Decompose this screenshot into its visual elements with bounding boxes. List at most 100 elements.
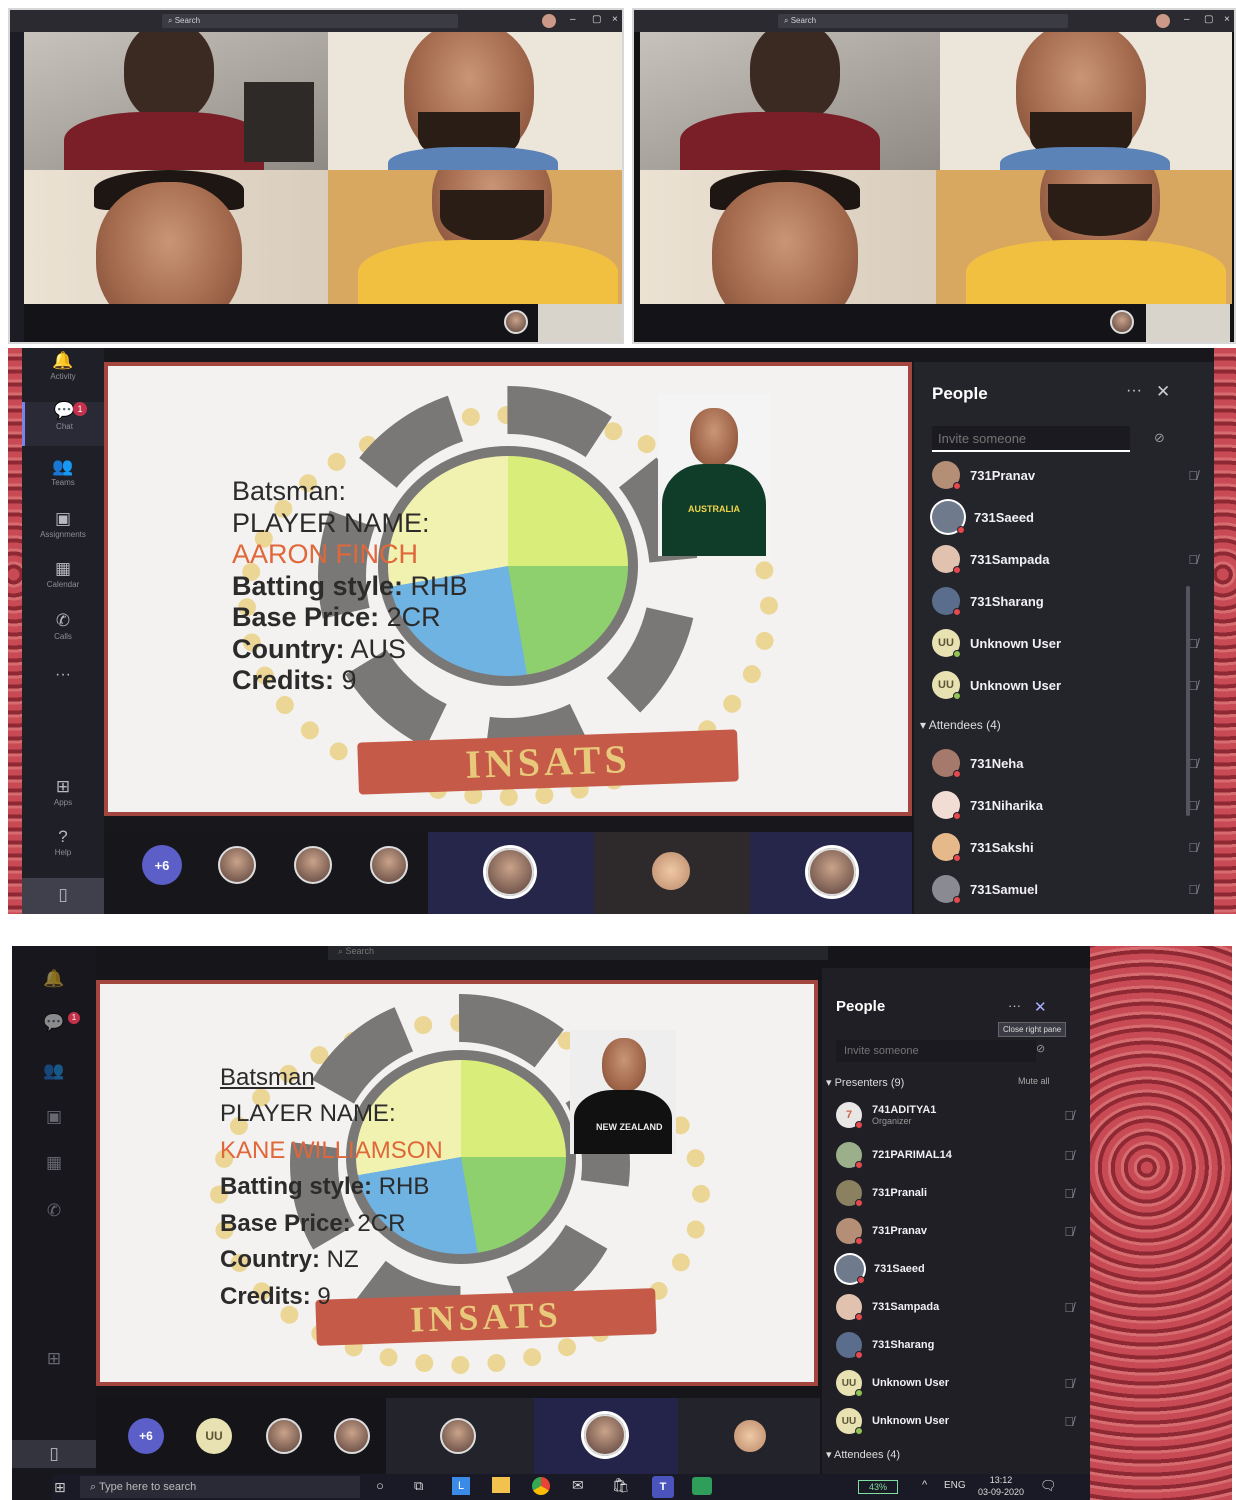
participant-thumbnail[interactable]: [808, 848, 856, 896]
file-explorer-icon[interactable]: [492, 1477, 510, 1493]
avatar: [836, 1142, 863, 1169]
battery-indicator[interactable]: 43%: [858, 1480, 898, 1494]
taskbar-search[interactable]: ⌕ Type here to search: [80, 1476, 360, 1498]
close-button[interactable]: ×: [612, 14, 618, 25]
presenter-row[interactable]: UU Unknown User 🎙̸: [822, 1366, 1090, 1400]
task-view-icon[interactable]: ⧉: [414, 1478, 423, 1494]
participant-thumbnail[interactable]: [218, 846, 256, 884]
rail-chat[interactable]: 💬 1: [12, 1012, 96, 1032]
profile-avatar[interactable]: [542, 14, 556, 28]
rail-assignments[interactable]: ▣: [12, 1108, 96, 1126]
participant-thumbnail[interactable]: [650, 850, 692, 892]
presenter-row[interactable]: 731Sharang: [914, 584, 1214, 618]
chevron-up-icon[interactable]: ^: [922, 1479, 927, 1491]
mute-all-button[interactable]: Mute all: [1018, 1076, 1050, 1086]
share-link-icon[interactable]: ⊘: [1154, 430, 1165, 446]
participant-thumbnail[interactable]: [486, 848, 534, 896]
rail-calls[interactable]: ✆ Calls: [22, 611, 104, 642]
profile-avatar[interactable]: [1156, 14, 1170, 28]
presenter-row[interactable]: 731Saeed: [822, 1252, 1090, 1286]
notifications-icon[interactable]: 🗨: [1040, 1478, 1057, 1494]
teams-app-icon[interactable]: T: [652, 1476, 674, 1498]
close-icon[interactable]: ✕: [1034, 998, 1047, 1016]
app-l-icon[interactable]: L: [452, 1477, 470, 1495]
rail-more[interactable]: ···: [22, 666, 104, 684]
invite-input[interactable]: [836, 1040, 1036, 1062]
rail-calendar[interactable]: ▦: [12, 1154, 96, 1172]
rail-teams[interactable]: 👥: [12, 1062, 96, 1080]
minimize-button[interactable]: –: [570, 14, 576, 25]
rail-help[interactable]: ? Help: [22, 828, 104, 858]
rail-teams[interactable]: 👥 Teams: [22, 458, 104, 488]
presenter-row[interactable]: 731Sharang: [822, 1328, 1090, 1362]
device-icon[interactable]: ▯: [12, 1440, 96, 1468]
teams-meeting-window-williamson: ⌕ Search 🔔 💬 1 👥 ▣ ▦ ✆ ⊞ ▯ INSATS Batsman…: [12, 946, 1232, 1500]
cortana-icon[interactable]: ○: [376, 1478, 384, 1493]
chrome-icon[interactable]: [532, 1477, 550, 1495]
attendee-row[interactable]: 731Neha 🎙̸: [914, 746, 1214, 780]
search-box[interactable]: ⌕ Search: [162, 14, 458, 28]
presenter-row[interactable]: UU Unknown User 🎙̸: [822, 1404, 1090, 1438]
mail-icon[interactable]: ✉: [572, 1477, 584, 1494]
presenter-row[interactable]: 7 741ADITYA1 Organizer 🎙̸: [822, 1098, 1090, 1132]
avatar: [932, 791, 961, 820]
app-green-icon[interactable]: [692, 1477, 712, 1495]
participant-thumbnail[interactable]: [266, 1418, 302, 1454]
more-options-icon[interactable]: ···: [1126, 382, 1142, 400]
presenter-row[interactable]: 731Saeed: [914, 500, 1214, 534]
participant-thumbnail[interactable]: [1110, 310, 1134, 334]
attendee-row[interactable]: 731Sakshi 🎙̸: [914, 830, 1214, 864]
attendees-header[interactable]: ▾ Attendees (4): [920, 718, 1001, 732]
attendee-row[interactable]: 731Samuel 🎙̸: [914, 872, 1214, 906]
phone-icon: ✆: [55, 611, 71, 630]
search-box[interactable]: ⌕ Search: [778, 14, 1068, 28]
rail-activity[interactable]: 🔔: [12, 970, 96, 988]
participant-thumbnail[interactable]: [370, 846, 408, 884]
participant-thumbnail[interactable]: [294, 846, 332, 884]
maximize-button[interactable]: ▢: [592, 14, 601, 25]
search-bar[interactable]: ⌕ Search: [328, 946, 828, 960]
scrollbar[interactable]: [1186, 586, 1190, 816]
presenter-row[interactable]: 731Sampada 🎙̸: [822, 1290, 1090, 1324]
presenter-row[interactable]: 731Sampada 🎙̸: [914, 542, 1214, 576]
presenters-header[interactable]: ▾ Presenters (9): [826, 1076, 904, 1089]
store-icon[interactable]: 🛍: [612, 1477, 630, 1494]
participant-thumbnail[interactable]: [440, 1418, 476, 1454]
participant-name: 731Samuel: [970, 881, 1038, 897]
minimize-button[interactable]: –: [1184, 14, 1190, 25]
maximize-button[interactable]: ▢: [1204, 14, 1213, 25]
presenter-row[interactable]: 731Pranav 🎙̸: [822, 1214, 1090, 1248]
participant-initials[interactable]: UU: [196, 1418, 232, 1454]
presenter-row[interactable]: UU Unknown User 🎙̸: [914, 668, 1214, 702]
rail-apps[interactable]: ⊞: [12, 1350, 96, 1368]
mic-off-icon: 🎙̸: [1188, 467, 1198, 483]
more-options-icon[interactable]: ···: [1008, 998, 1021, 1013]
search-icon: ⌕: [338, 946, 346, 956]
device-icon[interactable]: ▯: [22, 878, 104, 914]
rail-assignments[interactable]: ▣ Assignments: [22, 510, 104, 540]
start-button[interactable]: ⊞: [54, 1479, 66, 1496]
rail-chat[interactable]: 💬 Chat 1: [22, 402, 104, 446]
more-participants-button[interactable]: +6: [142, 845, 182, 885]
participant-thumbnail[interactable]: [732, 1418, 768, 1454]
close-icon[interactable]: ✕: [1156, 382, 1170, 402]
clock[interactable]: 13:12 03-09-2020: [974, 1474, 1028, 1498]
close-button[interactable]: ×: [1224, 14, 1230, 25]
more-participants-button[interactable]: +6: [128, 1418, 164, 1454]
attendees-header[interactable]: ▾ Attendees (4): [826, 1448, 900, 1461]
rail-calendar[interactable]: ▦ Calendar: [22, 560, 104, 590]
presenter-row[interactable]: 731Pranali 🎙̸: [822, 1176, 1090, 1210]
rail-apps[interactable]: ⊞ Apps: [22, 778, 104, 808]
participant-thumbnail[interactable]: [334, 1418, 370, 1454]
attendee-row[interactable]: 731Niharika 🎙̸: [914, 788, 1214, 822]
participant-thumbnail[interactable]: [504, 310, 528, 334]
rail-calls[interactable]: ✆: [12, 1202, 96, 1220]
presenter-row[interactable]: UU Unknown User 🎙̸: [914, 626, 1214, 660]
rail-activity[interactable]: 🔔 Activity: [22, 352, 104, 382]
presenter-row[interactable]: 721PARIMAL14 🎙̸: [822, 1138, 1090, 1172]
invite-input[interactable]: [932, 426, 1130, 452]
language-indicator[interactable]: ENG: [944, 1480, 966, 1491]
participant-thumbnail[interactable]: [584, 1414, 626, 1456]
presenter-row[interactable]: 731Pranav 🎙̸: [914, 458, 1214, 492]
share-link-icon[interactable]: ⊘: [1036, 1042, 1045, 1055]
